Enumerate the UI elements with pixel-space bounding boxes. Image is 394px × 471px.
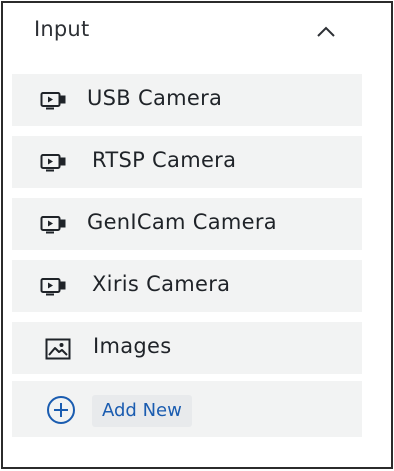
add-circle-icon[interactable] <box>46 395 76 425</box>
image-icon <box>45 337 79 361</box>
input-item-label: Images <box>93 334 172 358</box>
input-item-label: RTSP Camera <box>92 148 237 172</box>
input-item-label: USB Camera <box>87 86 223 110</box>
input-item-label: GenICam Camera <box>87 210 277 234</box>
video-camera-icon <box>40 88 74 112</box>
panel-header[interactable]: Input <box>3 3 391 61</box>
input-item-genicam-camera[interactable]: GenICam Camera <box>12 198 362 250</box>
add-new-button[interactable]: Add New <box>92 395 192 427</box>
collapse-button[interactable] <box>311 17 341 47</box>
input-item-images[interactable]: Images <box>12 322 362 374</box>
input-item-label: Xiris Camera <box>92 272 231 296</box>
video-camera-icon <box>40 274 74 298</box>
input-item-usb-camera[interactable]: USB Camera <box>12 74 362 126</box>
input-item-xiris-camera[interactable]: Xiris Camera <box>12 260 362 312</box>
input-item-rtsp-camera[interactable]: RTSP Camera <box>12 136 362 188</box>
panel-title: Input <box>34 17 90 41</box>
video-camera-icon <box>40 212 74 236</box>
input-panel: Input USB Camera RTSP Camera GenICam Cam… <box>1 1 393 469</box>
video-camera-icon <box>40 150 74 174</box>
add-new-row: Add New <box>12 381 362 437</box>
chevron-up-icon <box>317 26 335 37</box>
